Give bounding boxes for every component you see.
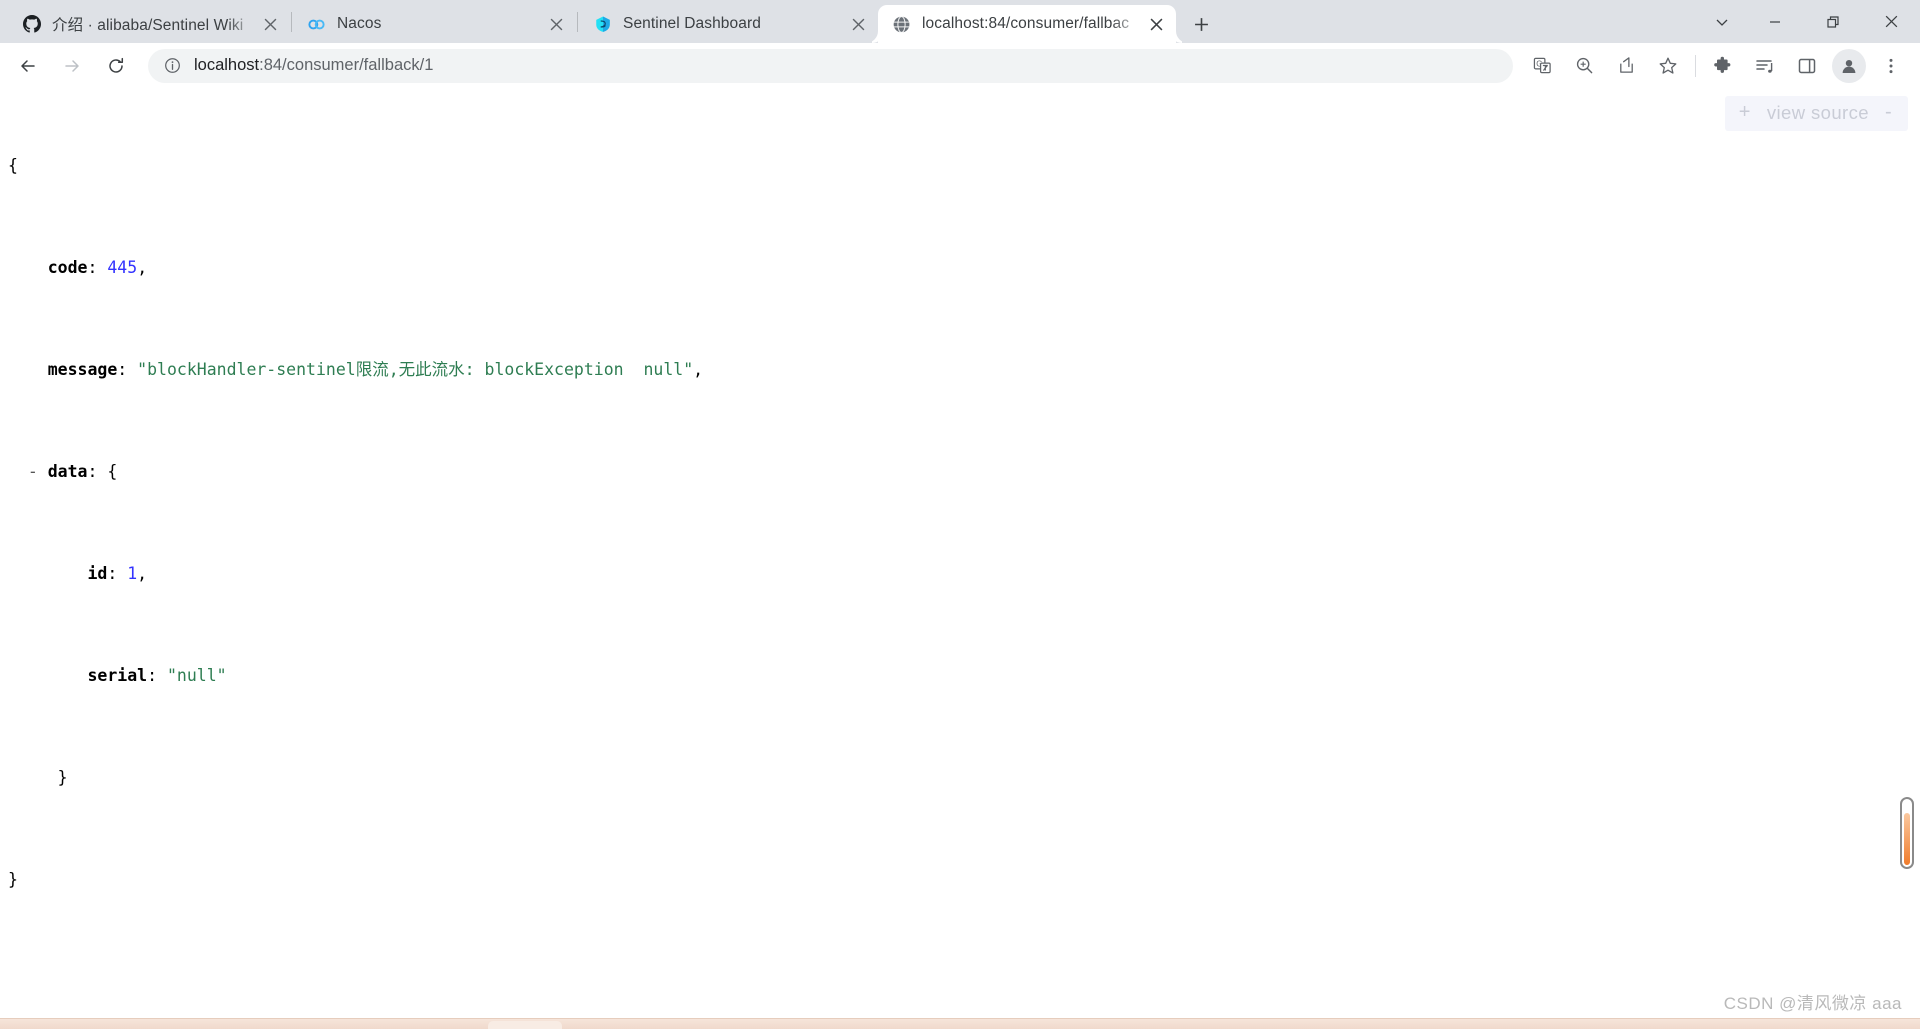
json-line: id: 1, (8, 561, 1920, 587)
json-close-brace-data: } (57, 768, 68, 787)
expand-all-button[interactable]: + (1739, 101, 1751, 124)
close-icon[interactable] (1862, 0, 1920, 43)
json-sep: : (87, 462, 108, 481)
tab-nacos[interactable]: Nacos (293, 5, 576, 43)
page-content: + view source - { code: 445, message: "b… (0, 88, 1920, 1029)
extensions-puzzle-icon[interactable] (1706, 49, 1740, 83)
json-comma: , (137, 258, 148, 277)
tab-sentinel-wiki[interactable]: 介绍 · alibaba/Sentinel Wiki (8, 5, 290, 43)
translate-icon[interactable]: G (1525, 49, 1559, 83)
json-sep: : (117, 360, 138, 379)
tab-localhost-consumer-fallback[interactable]: localhost:84/consumer/fallbac (878, 5, 1176, 43)
json-key-code: code (47, 258, 88, 277)
restore-icon[interactable] (1804, 0, 1862, 43)
chevron-down-icon[interactable] (1698, 0, 1746, 43)
tab-title: Sentinel Dashboard (623, 15, 761, 32)
json-comma: , (693, 360, 704, 379)
minimize-icon[interactable] (1746, 0, 1804, 43)
tab-title: Nacos (337, 15, 382, 32)
page-scroll-indicator[interactable] (1900, 797, 1914, 869)
json-line: message: "blockHandler-sentinel限流,无此流水: … (8, 357, 1920, 383)
taskbar-sliver (0, 1018, 1920, 1029)
scroll-indicator-fill (1904, 813, 1910, 865)
taskbar-item[interactable] (488, 1021, 562, 1029)
json-key-data: data (47, 462, 88, 481)
url-host: localhost (194, 56, 260, 74)
json-value-message: "blockHandler-sentinel限流,无此流水: blockExce… (137, 360, 694, 379)
tab-divider (577, 11, 578, 32)
browser-toolbar: localhost:84/consumer/fallback/1 G (0, 43, 1920, 88)
tab-divider (291, 11, 292, 32)
back-button[interactable] (11, 49, 45, 83)
media-playlist-icon[interactable] (1748, 49, 1782, 83)
tab-sentinel-dashboard[interactable]: Sentinel Dashboard (579, 5, 878, 43)
json-viewer: { code: 445, message: "blockHandler-sent… (0, 88, 1920, 944)
reload-button[interactable] (99, 49, 133, 83)
share-icon[interactable] (1609, 49, 1643, 83)
json-line: { (8, 153, 1920, 179)
address-bar-url: localhost:84/consumer/fallback/1 (194, 56, 433, 75)
json-open-brace-data: { (107, 462, 118, 481)
json-line: } (8, 867, 1920, 893)
nacos-icon (307, 15, 326, 34)
toolbar-action-icons: G (1521, 48, 1912, 83)
forward-button[interactable] (55, 49, 89, 83)
view-source-control[interactable]: + view source - (1724, 96, 1908, 131)
watermark-text: CSDN @清风微凉 aaa (1723, 994, 1902, 1013)
json-value-id: 1 (127, 564, 138, 583)
json-key-serial: serial (87, 666, 148, 685)
profile-avatar-icon[interactable] (1832, 48, 1866, 83)
tab-title: localhost:84/consumer/fallbac (922, 15, 1130, 32)
tab-close-button[interactable] (258, 12, 282, 36)
search-zoom-icon[interactable] (1567, 49, 1601, 83)
more-menu-icon[interactable] (1874, 49, 1908, 83)
json-value-serial: "null" (166, 666, 227, 685)
globe-icon (892, 15, 911, 34)
tab-close-button[interactable] (1144, 12, 1168, 36)
json-open-brace: { (8, 156, 18, 175)
bookmark-star-icon[interactable] (1651, 49, 1685, 83)
window-controls (1698, 0, 1920, 43)
json-comma: , (137, 564, 148, 583)
collapse-all-button[interactable]: - (1885, 101, 1892, 124)
json-line: code: 445, (8, 255, 1920, 281)
json-sep: : (87, 258, 108, 277)
toolbar-divider (1695, 54, 1696, 77)
tab-close-button[interactable] (544, 12, 568, 36)
url-path: :84/consumer/fallback/1 (259, 56, 434, 74)
browser-window: 介绍 · alibaba/Sentinel Wiki Nacos Sentine… (0, 0, 1920, 1029)
json-key-id: id (87, 564, 108, 583)
json-line: serial: "null" (8, 663, 1920, 689)
json-sep: : (107, 564, 128, 583)
view-source-label[interactable]: view source (1767, 102, 1869, 124)
sentinel-icon (593, 15, 612, 34)
json-line: } (8, 765, 1920, 791)
json-collapse-toggle-data[interactable]: - (28, 462, 38, 481)
json-line: - data: { (8, 459, 1920, 485)
json-sep: : (147, 666, 167, 685)
json-value-code: 445 (107, 258, 138, 277)
info-circle-icon[interactable] (162, 56, 182, 76)
side-panel-icon[interactable] (1790, 49, 1824, 83)
new-tab-button[interactable] (1184, 7, 1218, 41)
json-key-message: message (47, 360, 118, 379)
github-icon (22, 15, 41, 34)
tab-strip: 介绍 · alibaba/Sentinel Wiki Nacos Sentine… (0, 0, 1920, 43)
json-close-brace: } (8, 870, 18, 889)
address-bar[interactable]: localhost:84/consumer/fallback/1 (148, 48, 1513, 83)
tab-title: 介绍 · alibaba/Sentinel Wiki (52, 17, 244, 34)
